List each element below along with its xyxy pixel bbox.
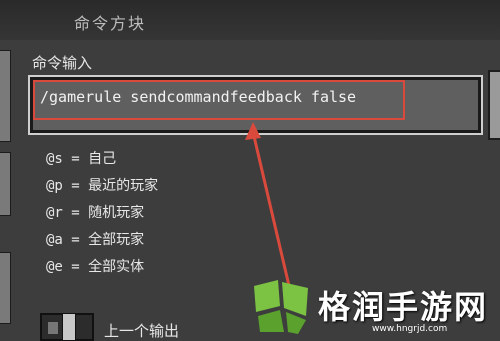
selector-row-p: @p = 最近的玩家 (46, 178, 159, 194)
toggle-knob[interactable] (62, 313, 76, 341)
toggle-indicator (48, 322, 58, 334)
previous-output-label: 上一个输出 (104, 322, 180, 340)
selector-row-e: @e = 全部实体 (46, 259, 145, 275)
selector-row-a: @a = 全部玩家 (46, 232, 145, 248)
watermark-site-name: 格润手游网 (318, 288, 489, 326)
selector-row-s: @s = 自己 (46, 151, 117, 167)
watermark-url: www.hngrjd.com (372, 324, 448, 334)
target-selector-list: @s = 自己 @p = 最近的玩家 @r = 随机玩家 @a = 全部玩家 @… (46, 148, 158, 283)
selector-row-r: @r = 随机玩家 (46, 205, 145, 221)
watermark-logo-icon (254, 280, 308, 334)
